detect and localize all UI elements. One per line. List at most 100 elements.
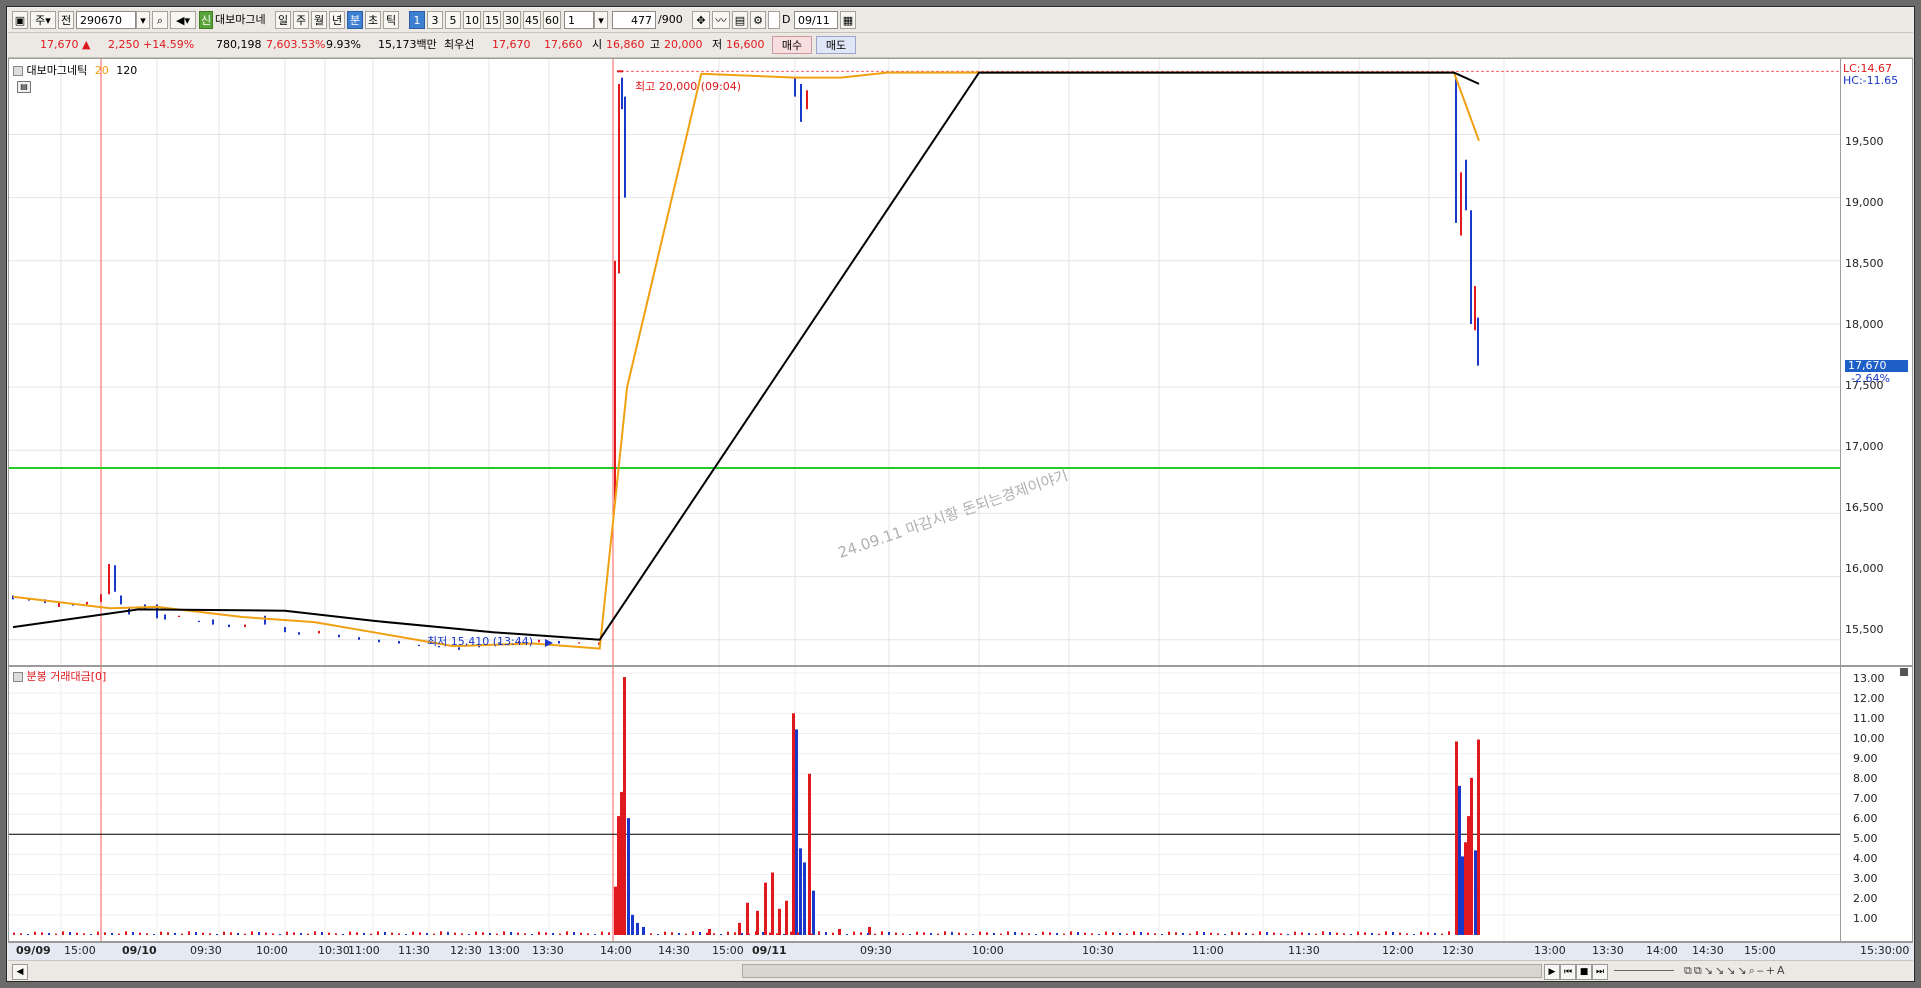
volume-bar [748, 933, 750, 935]
volume-bar [1364, 932, 1366, 935]
interval-30-button[interactable]: 30 [503, 11, 521, 29]
volume-tick: 4.00 [1853, 852, 1878, 865]
search-icon[interactable]: ⌕ [152, 11, 168, 29]
interval-3-button[interactable]: 3 [427, 11, 443, 29]
x-tick: 09/11 [752, 944, 787, 957]
volume-bar [1470, 777, 1473, 935]
volume-bar [468, 933, 470, 935]
code-dropdown-icon[interactable]: ▾ [136, 11, 150, 29]
sell-button[interactable]: 매도 [816, 36, 856, 54]
tf-day-button[interactable]: 일 [275, 11, 291, 29]
jeon-button[interactable]: 전 [58, 11, 74, 29]
volume-bar [1210, 932, 1212, 935]
volume-bar [1301, 932, 1303, 935]
volume-bar [1350, 933, 1352, 935]
rewind-icon[interactable]: ⏮ [1560, 964, 1576, 980]
x-tick: 11:00 [348, 944, 380, 957]
current-pct-tag: -2.64% [1851, 372, 1890, 385]
volume-bar [1175, 932, 1177, 935]
volume-bar [1378, 933, 1380, 935]
volume-bar [13, 932, 15, 935]
volume-bar [1035, 933, 1037, 935]
volume-bar [1322, 931, 1324, 935]
count-input[interactable]: 477 [612, 11, 656, 29]
volume-bar [685, 933, 687, 935]
calendar-icon[interactable]: ▦ [840, 11, 856, 29]
interval-1-button[interactable]: 1 [409, 11, 425, 29]
interval-45-button[interactable]: 45 [523, 11, 541, 29]
volume-bar [517, 932, 519, 935]
volume-bar [1287, 933, 1289, 935]
fast-forward-icon[interactable]: ⏭ [1592, 964, 1608, 980]
crosshair-icon[interactable]: ✥ [692, 11, 710, 29]
volume-bar [1266, 931, 1268, 935]
volume-bar [566, 931, 568, 935]
candle [120, 595, 122, 605]
volume-bar [1140, 931, 1142, 935]
scroll-left-icon[interactable]: ◀ [12, 964, 28, 980]
window-menu-icon[interactable]: ▣ [12, 11, 28, 29]
gear-icon[interactable]: ⚙ [750, 11, 766, 29]
volume-bar [573, 931, 575, 935]
panel-option-icon[interactable]: ▤ [17, 81, 31, 93]
interval-60-button[interactable]: 60 [543, 11, 561, 29]
volume-bar [1182, 932, 1184, 935]
volume-bar [979, 931, 981, 935]
interval-input[interactable]: 1 [564, 11, 594, 29]
price-chart-panel[interactable]: 대보마그네틱 20 120 ▤ 최고 20,000 (09:04) 최저 15,… [8, 58, 1841, 666]
interval-10-button[interactable]: 10 [463, 11, 481, 29]
volume-bar [1056, 932, 1058, 935]
volume-bar [1112, 932, 1114, 935]
d-checkbox[interactable] [768, 11, 780, 29]
interval-5-button[interactable]: 5 [445, 11, 461, 29]
volume-bar [1196, 931, 1198, 935]
volume-bar [454, 932, 456, 935]
price-tick: 19,500 [1845, 135, 1884, 148]
panel-close-icon[interactable] [1900, 668, 1908, 676]
volume-bar [867, 932, 869, 935]
tf-week-button[interactable]: 주 [293, 11, 309, 29]
tf-month-button[interactable]: 월 [311, 11, 327, 29]
scroll-right-icon[interactable]: ▶ [1544, 964, 1560, 980]
volume-bar [699, 931, 701, 935]
volume-bar [930, 932, 932, 935]
volume-bar [251, 931, 253, 935]
x-tick: 14:30 [658, 944, 690, 957]
low-label: 저 [712, 38, 723, 51]
drawing-tools-icon[interactable]: ⧉⧉↘↘↘↘⌕‒+A [1684, 964, 1786, 978]
volume-bar [118, 933, 120, 935]
price-tick: 18,000 [1845, 318, 1884, 331]
volume-legend-toggle-icon[interactable] [13, 672, 23, 682]
best-quote-label: 최우선 [444, 38, 475, 51]
zoom-slider[interactable] [1614, 970, 1674, 971]
tf-tick-button[interactable]: 틱 [383, 11, 399, 29]
x-tick: 09:30 [860, 944, 892, 957]
legend-toggle-icon[interactable] [13, 66, 23, 76]
interval-dropdown-icon[interactable]: ▾ [594, 11, 608, 29]
tf-year-button[interactable]: 년 [329, 11, 345, 29]
date-input[interactable]: 09/11 [794, 11, 838, 29]
stop-icon[interactable]: ■ [1576, 964, 1592, 980]
sound-icon[interactable]: ◀▾ [170, 11, 196, 29]
trend-icon[interactable]: 〰 [712, 11, 730, 29]
save-icon[interactable]: ▤ [732, 11, 748, 29]
volume-bar [489, 932, 491, 935]
buy-button[interactable]: 매수 [772, 36, 812, 54]
volume-bar [860, 932, 862, 935]
tf-minute-button[interactable]: 분 [347, 11, 363, 29]
interval-15-button[interactable]: 15 [483, 11, 501, 29]
scroll-thumb[interactable] [742, 964, 1542, 978]
volume-chart-panel[interactable]: 분봉 거래대금[0] [8, 666, 1841, 942]
time-axis[interactable] [8, 942, 1913, 961]
period-select[interactable]: 주▾ [30, 11, 56, 29]
stock-code-input[interactable]: 290670 [76, 11, 136, 29]
chart-scrollbar[interactable]: ◀ ▶ ⏮ ■ ⏭ ⧉⧉↘↘↘↘⌕‒+A [8, 960, 1913, 981]
volume-bar [769, 932, 771, 935]
volume-bar [447, 931, 449, 935]
price-tick: 15,500 [1845, 623, 1884, 636]
low-price: 16,600 [726, 38, 765, 51]
volume-bar [853, 931, 855, 935]
volume-bar [1434, 932, 1436, 935]
tf-second-button[interactable]: 초 [365, 11, 381, 29]
ma20-label: 20 [94, 64, 109, 77]
